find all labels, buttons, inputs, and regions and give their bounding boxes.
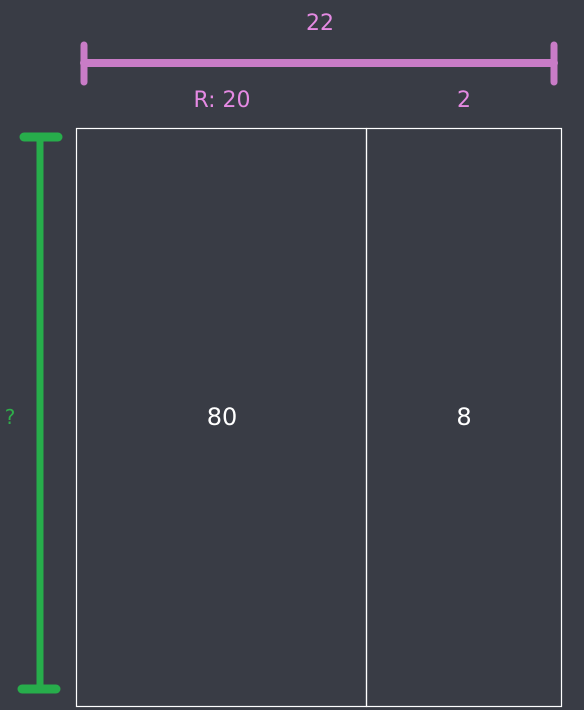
top-dimension-bar bbox=[80, 41, 558, 86]
side-dimension-bar bbox=[17, 132, 63, 694]
column-header-left: R: 20 bbox=[193, 88, 251, 113]
side-dimension-label: ? bbox=[4, 405, 16, 429]
area-model-diagram bbox=[17, 41, 563, 708]
top-total-label: 22 bbox=[306, 11, 334, 36]
column-header-right: 2 bbox=[457, 88, 471, 113]
cell-value-right: 8 bbox=[456, 403, 472, 431]
cell-value-left: 80 bbox=[206, 403, 238, 431]
